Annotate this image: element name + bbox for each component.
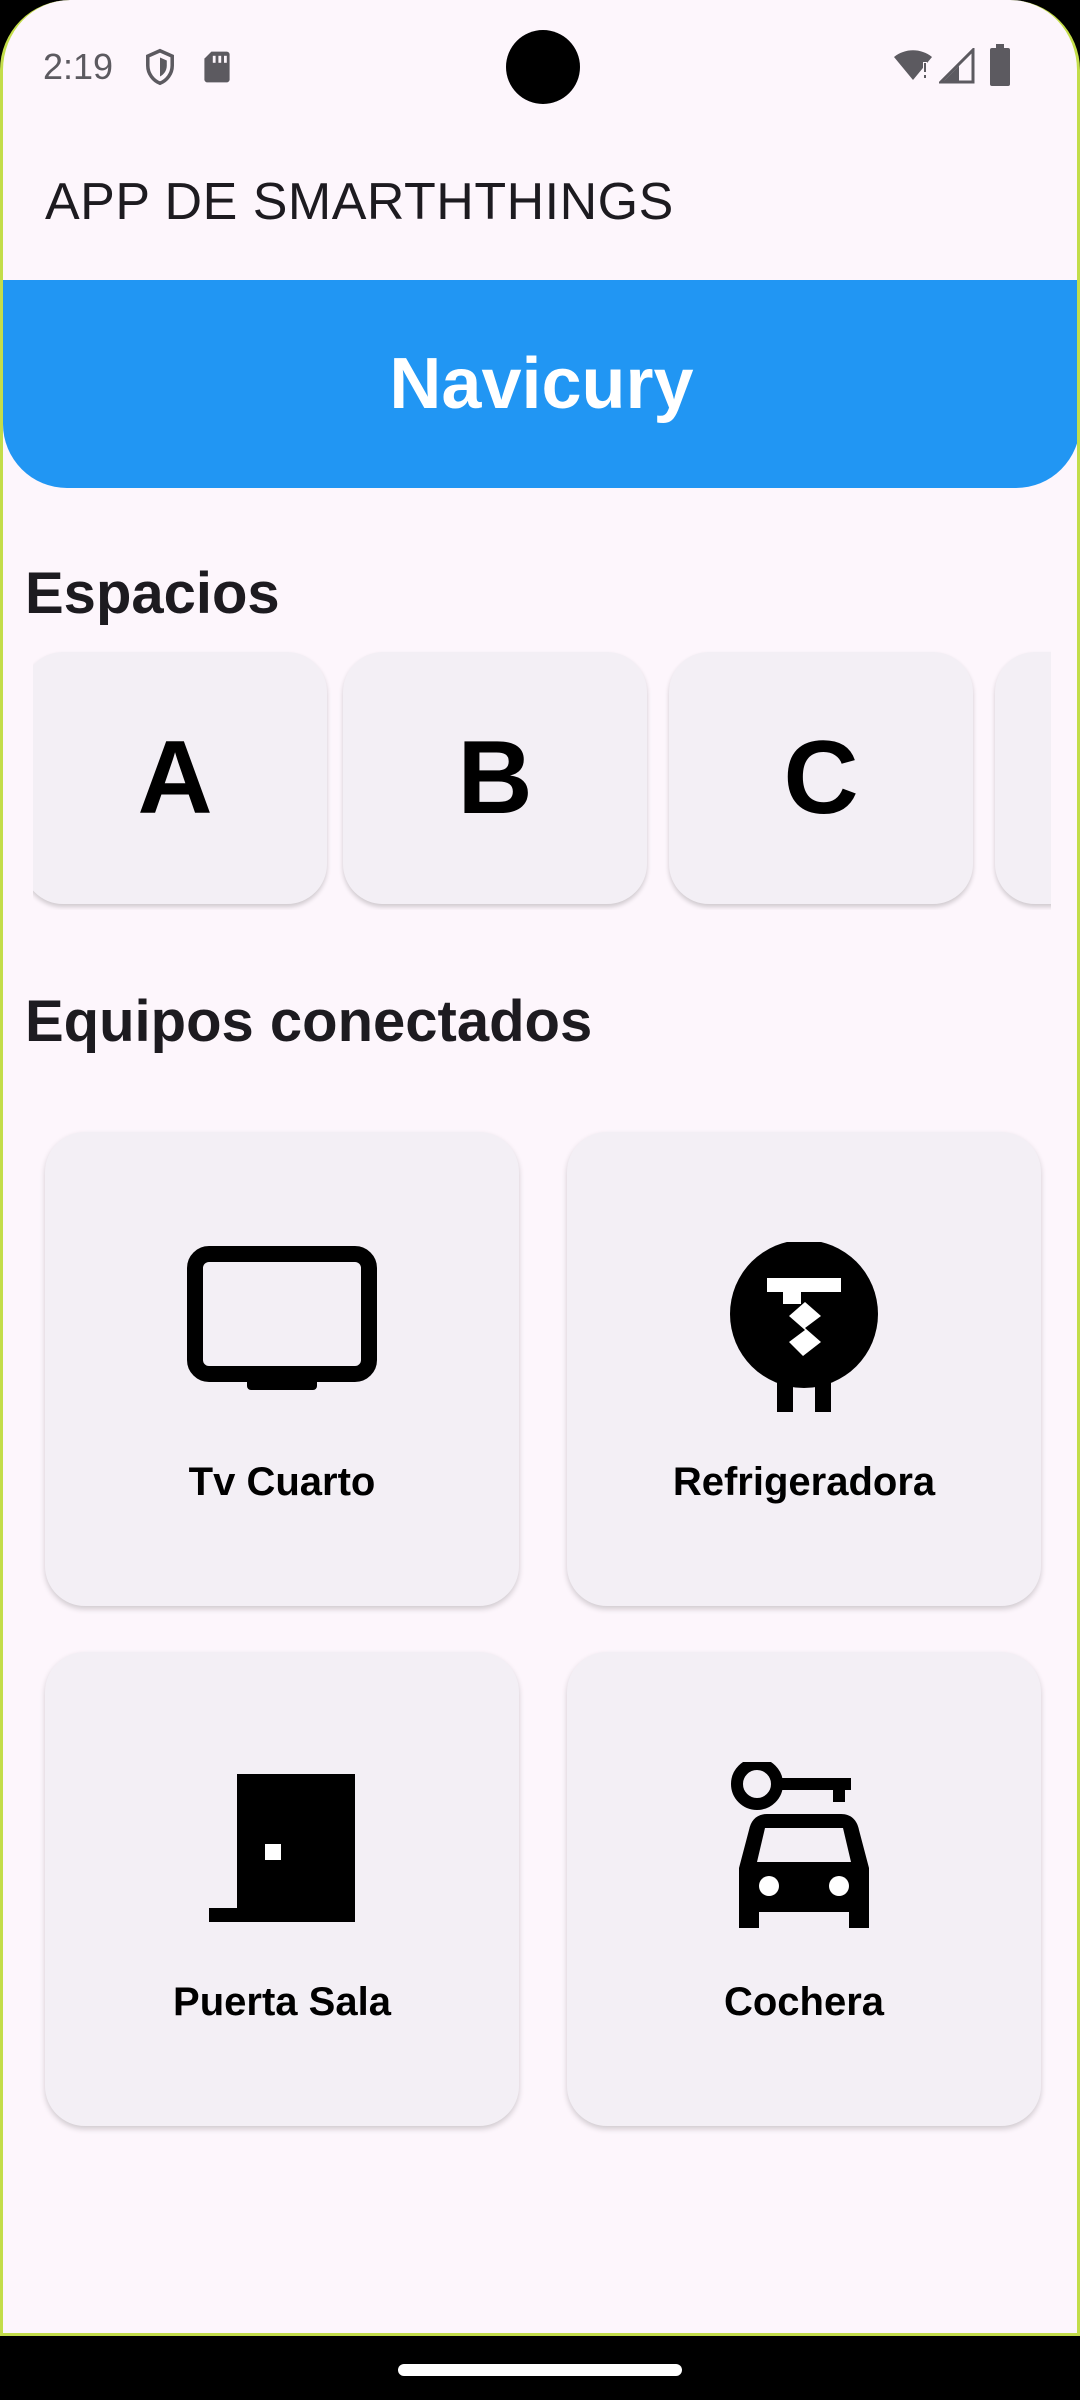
space-card-label: C [783,719,859,836]
devices-heading: Equipos conectados [25,989,593,1054]
device-label: Cochera [723,1980,885,2024]
device-label: Tv Cuarto [188,1460,376,1504]
camera-cutout [506,30,580,104]
car-key-icon [731,1762,869,1928]
device-label: Puerta Sala [173,1980,391,2024]
app-title: APP DE SMARTHTHINGS [45,173,674,231]
status-time: 2:19 [43,46,114,87]
space-card-a[interactable]: A [33,652,327,904]
space-card-partial[interactable] [995,652,1051,904]
space-card-c[interactable]: C [669,652,973,904]
cell-signal-icon [939,48,975,84]
tv-icon [187,1246,377,1390]
space-card-label: B [457,719,533,836]
device-label: Refrigeradora [672,1460,936,1504]
banner-title: Navicury [389,344,694,424]
wifi-alert-icon [894,50,932,80]
spaces-heading: Espacios [25,561,280,626]
space-card-label: A [137,719,213,836]
sd-card-icon [204,51,230,83]
battery-icon [990,44,1010,86]
shield-icon [146,48,174,86]
home-gesture-handle[interactable] [398,2364,682,2376]
banner: Navicury [3,280,1077,488]
device-card-tv-cuarto[interactable]: Tv Cuarto [45,1132,519,1606]
app-screen: 2:19 APP DE SMARTHTHINGS Navicury Espaci… [0,0,1080,2336]
spaces-carousel[interactable]: A B C [33,650,1051,910]
door-icon [209,1774,355,1922]
device-card-cochera[interactable]: Cochera [567,1652,1041,2126]
device-card-puerta-sala[interactable]: Puerta Sala [45,1652,519,2126]
thermostat-icon [730,1242,878,1412]
device-card-refrigeradora[interactable]: Refrigeradora [567,1132,1041,1606]
status-bar: 2:19 [3,0,1077,136]
space-card-b[interactable]: B [343,652,647,904]
